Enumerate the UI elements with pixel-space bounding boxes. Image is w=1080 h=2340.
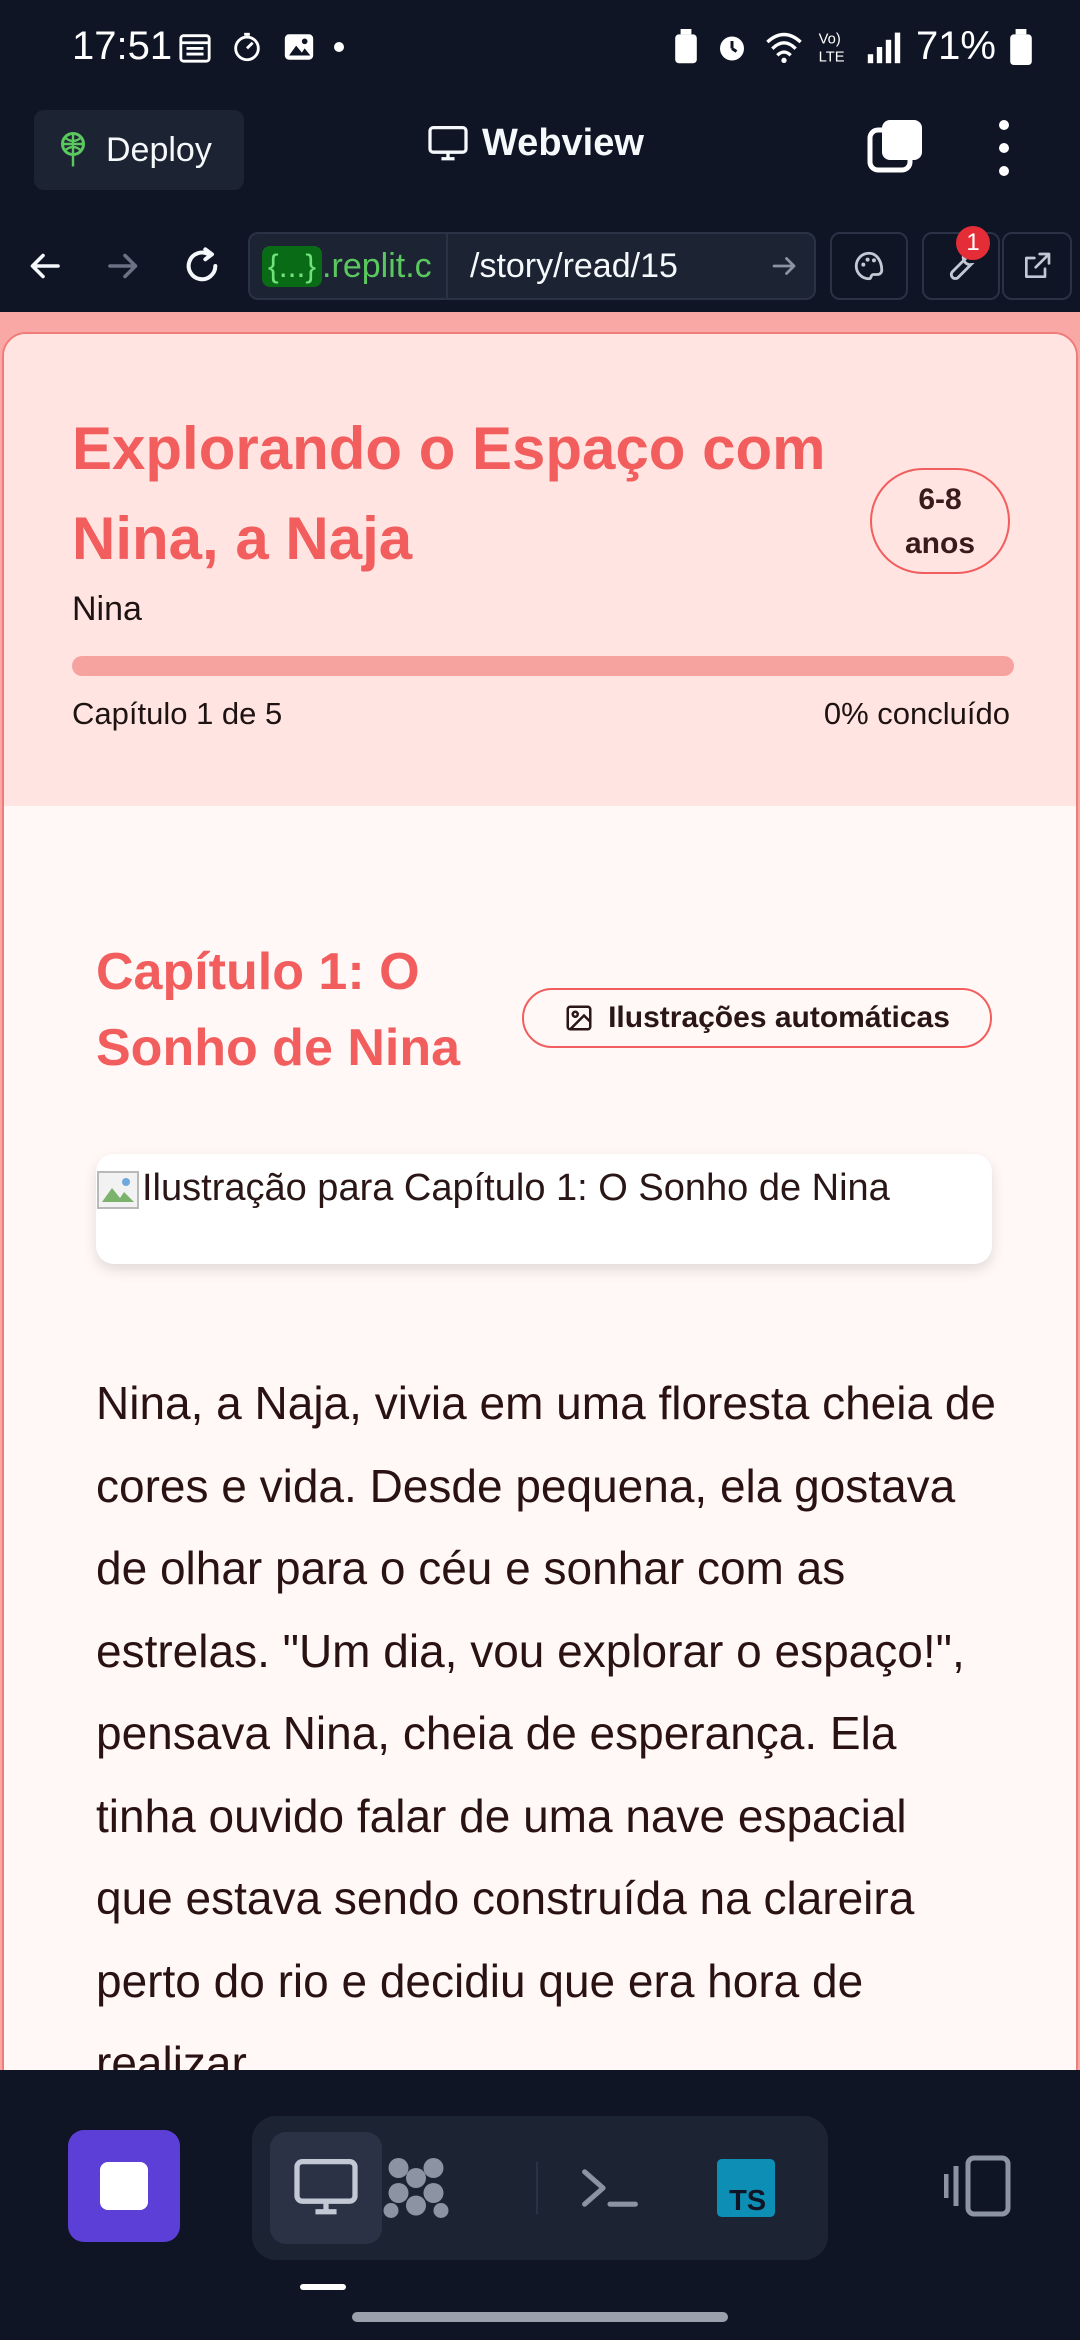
story-page: Explorando o Espaço com Nina, a Naja 6-8… (2, 332, 1078, 2070)
status-system-icons: Vo) LTE 71% (672, 24, 1032, 69)
auto-illustrations-button[interactable]: Ilustrações automáticas (522, 988, 992, 1048)
stop-icon (100, 2162, 148, 2210)
status-notification-icons (178, 30, 344, 64)
network-icon (383, 2158, 449, 2218)
age-range: 6-8 (918, 483, 962, 516)
monitor-icon (428, 125, 468, 160)
typescript-file-button[interactable]: TS (690, 2132, 802, 2244)
battery-percent: 71% (915, 24, 996, 68)
svg-text:TS: TS (729, 2185, 766, 2217)
svg-text:Vo): Vo) (819, 31, 841, 47)
story-title: Explorando o Espaço com Nina, a Naja (72, 415, 826, 572)
volte-icon: Vo) LTE (819, 31, 845, 64)
age-unit: anos (904, 527, 976, 560)
more-options-icon[interactable] (998, 120, 1010, 176)
status-time: 17:51 (72, 24, 173, 68)
story-header: Explorando o Espaço com Nina, a Naja 6-8… (4, 334, 1076, 806)
status-bar: 17:51 Vo) LTE 71% (0, 0, 1080, 96)
deploy-label: Deploy (106, 130, 212, 169)
chapter-counter: Capítulo 1 de 5 (72, 696, 283, 731)
url-host: {...} .replit.c (250, 234, 446, 298)
webview-content: Explorando o Espaço com Nina, a Naja 6-8… (0, 312, 1080, 2070)
tool-tabs: TS (252, 2116, 828, 2260)
browser-toolbar: {...} .replit.c /story/read/15 1 (0, 220, 1080, 312)
url-path-input[interactable]: /story/read/15 (446, 234, 754, 298)
shell-tool-button[interactable] (554, 2132, 666, 2244)
timer-icon (234, 32, 260, 62)
notification-badge: 1 (956, 226, 990, 260)
repl-badge: {...} (262, 245, 323, 287)
image-icon (566, 1005, 592, 1031)
svg-text:LTE: LTE (819, 49, 845, 64)
open-new-tab-button[interactable] (1002, 232, 1072, 300)
terminal-icon (582, 2169, 638, 2207)
typescript-icon: TS (717, 2159, 775, 2217)
bottom-toolbar: TS (0, 2070, 1080, 2340)
chapter-body-text: Nina, a Naja, vivia em uma floresta chei… (96, 1377, 996, 2070)
auto-illustrations-label: Ilustrações automáticas (608, 1001, 950, 1034)
back-arrow-icon[interactable] (18, 238, 74, 294)
percent-complete: 0% concluído (823, 696, 1010, 731)
illustration-alt-label: Ilustração para Capítulo 1: O Sonho de N… (142, 1167, 890, 1209)
active-tab-indicator (300, 2284, 346, 2290)
signal-icon (867, 32, 901, 63)
more-notifications-dot (334, 42, 344, 52)
tabs-icon[interactable] (866, 118, 926, 174)
calendar-icon (179, 34, 211, 63)
tool-separator (536, 2162, 538, 2214)
age-badge: 6-8 anos (870, 468, 1010, 574)
broken-image-icon (97, 1170, 139, 1209)
story-author: Nina (72, 590, 142, 628)
chapter-title: Capítulo 1: O Sonho de Nina (96, 943, 460, 1077)
stop-button[interactable] (68, 2130, 180, 2242)
reload-icon[interactable] (174, 238, 230, 294)
go-arrow-icon[interactable] (754, 251, 814, 281)
chapter-illustration: Ilustração para Capítulo 1: O Sonho de N… (96, 1154, 992, 1264)
battery-icon (1010, 28, 1032, 65)
app-header: Deploy Webview (0, 96, 1080, 220)
external-link-icon (1025, 252, 1051, 278)
url-host-text: .replit.c (322, 246, 432, 285)
illustration-alt-text: Ilustração para Capítulo 1: O Sonho de N… (96, 1154, 992, 1222)
gallery-icon (284, 34, 314, 60)
wifi-icon (766, 32, 802, 63)
palette-icon (854, 251, 884, 281)
reading-progress-bar (72, 656, 1014, 676)
devtools-button[interactable]: 1 (922, 226, 1000, 300)
packages-tool-button[interactable] (360, 2132, 472, 2244)
theme-palette-button[interactable] (830, 232, 908, 300)
monitor-icon (294, 2159, 358, 2215)
alarm-icon (719, 36, 744, 60)
webview-label: Webview (482, 122, 644, 164)
deploy-button[interactable]: Deploy (34, 110, 244, 190)
home-indicator[interactable] (352, 2312, 728, 2322)
webview-tab-title: Webview (428, 122, 644, 165)
forward-arrow-icon[interactable] (94, 238, 150, 294)
url-bar[interactable]: {...} .replit.c /story/read/15 (248, 232, 816, 300)
devices-icon[interactable] (944, 2154, 1024, 2218)
battery-saver-icon (675, 28, 697, 63)
deploy-icon (61, 132, 85, 167)
